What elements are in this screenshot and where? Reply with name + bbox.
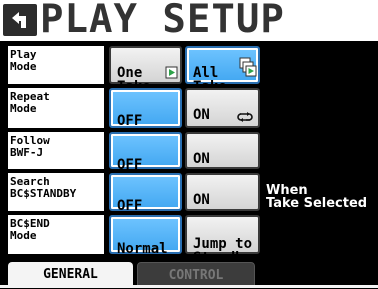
return-arrow-icon bbox=[12, 12, 26, 28]
one-take-icon bbox=[165, 66, 178, 79]
repeat-on-button[interactable]: ON bbox=[185, 88, 260, 128]
search-standby-label: Search BC$STANDBY bbox=[8, 173, 104, 211]
repeat-mode-label: Repeat Mode bbox=[8, 88, 104, 128]
one-take-button[interactable]: One Take bbox=[109, 46, 182, 94]
title-bar: PLAY SETUP bbox=[0, 0, 378, 42]
repeat-icon bbox=[237, 112, 253, 122]
tab-bar: GENERAL CONTROL bbox=[0, 259, 378, 288]
search-off-button[interactable]: OFF bbox=[109, 173, 182, 213]
play-mode-label: Play Mode bbox=[8, 46, 104, 84]
follow-bwfj-label: Follow BWF-J bbox=[8, 132, 104, 169]
follow-on-button[interactable]: ON bbox=[185, 132, 260, 169]
follow-off-button[interactable]: OFF bbox=[109, 132, 182, 172]
bc-end-mode-label: BC$END Mode bbox=[8, 215, 104, 254]
jump-to-standby-button[interactable]: Jump to Standby bbox=[185, 215, 260, 265]
all-take-icon bbox=[239, 57, 257, 77]
all-take-button[interactable]: All Take bbox=[185, 46, 260, 94]
page-title: PLAY SETUP bbox=[40, 0, 285, 42]
repeat-off-button[interactable]: OFF bbox=[109, 88, 182, 128]
normal-button[interactable]: Normal bbox=[109, 215, 182, 256]
search-note: When Take Selected bbox=[266, 183, 368, 211]
back-button[interactable] bbox=[3, 4, 37, 36]
search-on-button[interactable]: ON bbox=[185, 173, 260, 211]
